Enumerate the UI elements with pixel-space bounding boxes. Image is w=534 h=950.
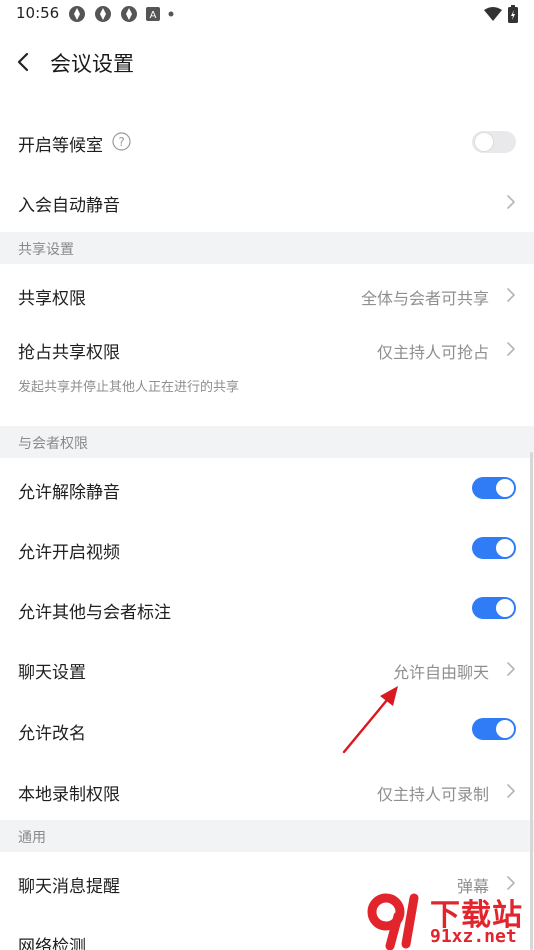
allow-annotate-row[interactable]: 允许其他与会者标注 [0,578,534,638]
toggle-knob [496,539,514,557]
scrollbar[interactable] [530,452,533,950]
toggle-knob [496,599,514,617]
auto-mute-label: 入会自动静音 [18,196,120,216]
chevron-right-icon [507,342,515,356]
svg-text:?: ? [118,135,124,149]
watermark-url: 91xz.net [430,926,517,947]
local-record-label: 本地录制权限 [18,785,120,805]
grab-share-value: 仅主持人可抢占 [376,343,489,362]
chevron-right-icon [507,784,515,798]
dot-icon [168,11,174,17]
toggle-knob [475,133,493,151]
section-header-participant: 与会者权限 [0,426,534,458]
auto-mute-row[interactable]: 入会自动静音 [0,172,534,232]
share-permission-value: 全体与会者可共享 [360,289,489,308]
allow-video-label: 允许开启视频 [18,543,120,563]
allow-rename-label: 允许改名 [18,724,86,744]
help-icon[interactable]: ? [112,132,131,151]
status-bar: 10:56 A [0,0,534,28]
local-record-row[interactable]: 本地录制权限 仅主持人可录制 [0,760,534,820]
chat-reminder-label: 聊天消息提醒 [18,877,120,897]
allow-rename-toggle[interactable] [472,718,516,740]
app-notification-icon [121,6,137,22]
allow-annotate-toggle[interactable] [472,597,516,619]
watermark-logo-icon [367,893,419,950]
chat-settings-value: 允许自由聊天 [392,663,489,682]
grab-share-hint: 发起共享并停止其他人正在进行的共享 [18,380,240,395]
page-title: 会议设置 [50,52,134,76]
chevron-right-icon [507,662,515,676]
allow-video-row[interactable]: 允许开启视频 [0,518,534,578]
back-button[interactable] [12,49,36,75]
app-notification-icon [95,6,111,22]
network-check-label: 网络检测 [18,937,86,950]
waiting-room-row[interactable]: 开启等候室 ? [0,112,534,172]
title-bar: 会议设置 [0,36,534,88]
waiting-room-label: 开启等候室 [18,136,103,156]
grab-share-row[interactable]: 抢占共享权限 仅主持人可抢占 发起共享并停止其他人正在进行的共享 [0,324,534,426]
section-title: 共享设置 [18,242,74,258]
annotation-arrow-icon [342,686,398,754]
chat-settings-row[interactable]: 聊天设置 允许自由聊天 [0,638,534,698]
allow-video-toggle[interactable] [472,537,516,559]
site-watermark: 下载站 91xz.net [364,892,534,950]
chevron-right-icon [507,288,515,302]
share-permission-label: 共享权限 [18,289,86,309]
battery-icon [508,5,518,23]
waiting-room-toggle[interactable] [472,131,516,153]
allow-unmute-toggle[interactable] [472,477,516,499]
notification-icons: A [68,5,174,23]
section-title: 与会者权限 [18,436,88,452]
wifi-icon [484,7,502,21]
status-time: 10:56 [16,4,60,22]
chat-settings-label: 聊天设置 [18,663,86,683]
allow-annotate-label: 允许其他与会者标注 [18,603,171,623]
badge-icon: A [146,7,160,21]
badge-letter: A [150,10,157,21]
allow-rename-row[interactable]: 允许改名 [0,698,534,760]
chevron-right-icon [507,876,515,890]
share-permission-row[interactable]: 共享权限 全体与会者可共享 [0,264,534,324]
back-arrow-icon [17,52,29,72]
toggle-knob [496,720,514,738]
local-record-value: 仅主持人可录制 [376,785,489,804]
section-header-general: 通用 [0,820,534,852]
section-title: 通用 [18,830,46,846]
toggle-knob [496,479,514,497]
grab-share-label: 抢占共享权限 [18,343,120,363]
allow-unmute-label: 允许解除静音 [18,483,120,503]
chevron-right-icon [507,195,515,209]
app-notification-icon [69,6,85,22]
allow-unmute-row[interactable]: 允许解除静音 [0,458,534,518]
section-header-share: 共享设置 [0,232,534,264]
system-icons [484,5,518,23]
